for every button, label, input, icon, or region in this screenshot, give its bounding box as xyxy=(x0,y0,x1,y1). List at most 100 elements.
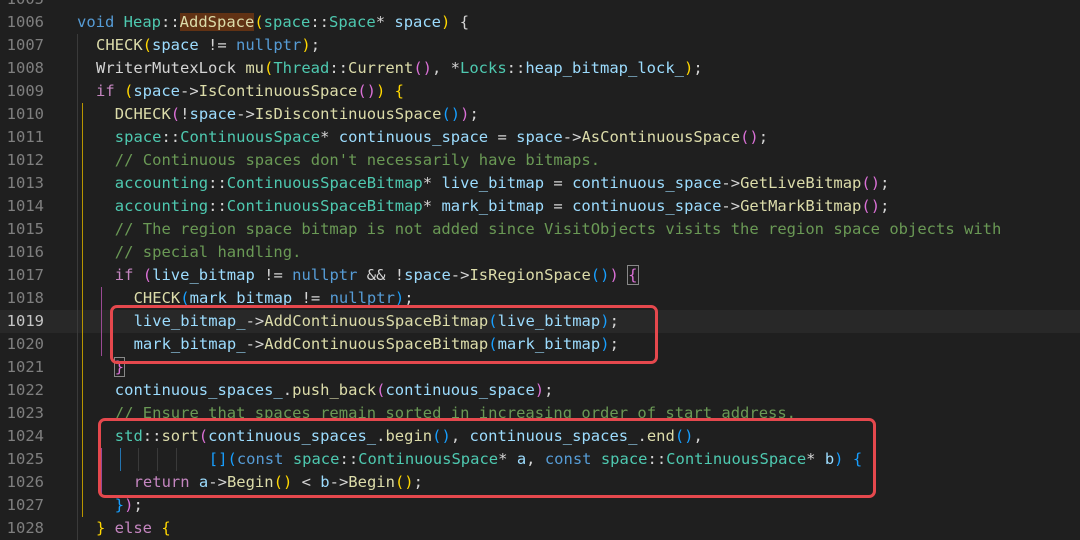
code-line[interactable]: 1020 mark_bitmap_->AddContinuousSpaceBitm… xyxy=(0,333,1080,356)
code-token: ; xyxy=(880,197,890,215)
code-token: AddContinuousSpaceBitmap xyxy=(264,335,489,353)
code-line[interactable]: 1009 if (space->IsContinuousSpace()) { xyxy=(0,80,1080,103)
code-text: CHECK(mark_bitmap != nullptr); xyxy=(134,287,414,310)
code-line[interactable]: 1011 space::ContinuousSpace* continuous_s… xyxy=(0,126,1080,149)
code-line[interactable]: 1022 continuous_spaces_.push_back(continu… xyxy=(0,379,1080,402)
line-number: 1018 xyxy=(6,289,44,307)
indent-guide xyxy=(82,402,83,425)
code-text: }); xyxy=(115,494,143,517)
indent-guide xyxy=(82,310,83,333)
code-text: space::ContinuousSpace* continuous_space… xyxy=(115,126,768,149)
code-line[interactable]: 1023 // Ensure that spaces remain sorted … xyxy=(0,402,1080,425)
code-line[interactable]: 1013 accounting::ContinuousSpaceBitmap* l… xyxy=(0,172,1080,195)
indent-guide xyxy=(77,218,78,241)
code-text: // The region space bitmap is not added … xyxy=(115,218,1002,241)
code-line[interactable]: 1024 std::sort(continuous_spaces_.begin()… xyxy=(0,425,1080,448)
indent-guide xyxy=(176,448,177,471)
code-token: DCHECK xyxy=(114,105,171,123)
code-token: ; xyxy=(310,36,321,54)
code-token: space xyxy=(516,128,563,146)
code-line[interactable]: 1008 WriterMutexLock mu(Thread::Current()… xyxy=(0,57,1080,80)
code-token: ; xyxy=(609,312,619,330)
indent-guide xyxy=(77,494,78,517)
indent-guide xyxy=(82,126,83,149)
code-line[interactable]: 1005 xyxy=(0,0,1080,11)
code-line[interactable]: 1006 void Heap::AddSpace(space::Space* sp… xyxy=(0,11,1080,34)
code-token: ( xyxy=(198,427,209,445)
code-token: < xyxy=(292,473,321,491)
code-token: ( xyxy=(124,82,134,100)
indent-guide xyxy=(77,287,78,310)
code-line[interactable]: 1017 if (live_bitmap != nullptr && !space… xyxy=(0,264,1080,287)
code-token: live_bitmap xyxy=(497,312,601,330)
code-token: space xyxy=(600,450,648,468)
code-token: ContinuousSpaceBitmap xyxy=(226,174,423,192)
code-token: b xyxy=(320,473,330,491)
code-token: a xyxy=(516,450,527,468)
code-line[interactable]: 1014 accounting::ContinuousSpaceBitmap* m… xyxy=(0,195,1080,218)
indent-guide xyxy=(77,425,78,448)
code-line[interactable]: 1007 CHECK(space != nullptr); xyxy=(0,34,1080,57)
code-token: != xyxy=(254,266,293,284)
code-token: ) xyxy=(301,36,311,54)
code-line[interactable]: 1015 // The region space bitmap is not ad… xyxy=(0,218,1080,241)
code-token: void xyxy=(77,13,124,31)
code-token: ; xyxy=(609,335,619,353)
code-token: ( xyxy=(254,13,264,31)
code-token: , xyxy=(693,427,703,445)
code-line[interactable]: 1010 DCHECK(!space->IsDiscontinuousSpace(… xyxy=(0,103,1080,126)
code-token: space xyxy=(152,36,199,54)
code-token: // Ensure that spaces remain sorted in i… xyxy=(114,404,797,422)
code-line[interactable]: 1028} else { xyxy=(0,517,1080,540)
indent-guide xyxy=(77,471,78,494)
code-token: () xyxy=(357,82,376,100)
code-line[interactable]: 1025 [](const space::ContinuousSpace* a, … xyxy=(0,448,1080,471)
code-line[interactable]: 1016 // special handling. xyxy=(0,241,1080,264)
code-text: // Ensure that spaces remain sorted in i… xyxy=(115,402,796,425)
code-token: ; xyxy=(133,496,143,514)
code-token: ( xyxy=(180,289,190,307)
code-line[interactable]: 1019 live_bitmap_->AddContinuousSpaceBitm… xyxy=(0,310,1080,333)
code-token: push_back xyxy=(292,381,377,399)
code-token: ) xyxy=(376,82,386,100)
code-token: space xyxy=(404,266,451,284)
line-number: 1025 xyxy=(6,450,44,468)
code-token: -> xyxy=(450,266,470,284)
indent-guide xyxy=(77,379,78,402)
code-token: () xyxy=(674,427,694,445)
code-token: ; xyxy=(693,59,703,77)
code-text: DCHECK(!space->IsDiscontinuousSpace()); xyxy=(115,103,479,126)
indent-guide xyxy=(82,287,83,310)
indent-guide xyxy=(77,402,78,425)
indent-guide xyxy=(119,448,121,471)
code-token: :: xyxy=(142,427,162,445)
code-line[interactable]: 1012 // Continuous spaces don't necessari… xyxy=(0,149,1080,172)
code-token: :: xyxy=(329,59,348,77)
indent-guide xyxy=(100,333,102,356)
code-token: space xyxy=(394,13,442,31)
indent-guide xyxy=(82,103,83,126)
code-token: GetLiveBitmap xyxy=(740,174,862,192)
code-token: ) xyxy=(600,335,610,353)
code-editor[interactable]: 10051006void Heap::AddSpace(space::Space… xyxy=(0,0,1080,540)
line-number: 1009 xyxy=(6,82,44,100)
code-line[interactable]: 1018 CHECK(mark_bitmap != nullptr); xyxy=(0,287,1080,310)
code-text: CHECK(space != nullptr); xyxy=(96,34,320,57)
code-token: () xyxy=(590,266,610,284)
code-token: begin xyxy=(385,427,433,445)
code-token: * xyxy=(375,13,395,31)
code-line[interactable]: 1026 return a->Begin() < b->Begin(); xyxy=(0,471,1080,494)
code-token: . xyxy=(282,381,293,399)
code-token: :: xyxy=(310,13,330,31)
code-token: ( xyxy=(488,312,498,330)
code-token: -> xyxy=(721,197,741,215)
code-token: () xyxy=(273,473,293,491)
code-line[interactable]: 1021} xyxy=(0,356,1080,379)
code-token: if xyxy=(96,82,124,100)
code-token: ; xyxy=(469,105,479,123)
code-line[interactable]: 1027}); xyxy=(0,494,1080,517)
indent-guide xyxy=(138,448,140,471)
code-token: ) xyxy=(600,312,610,330)
code-token: () xyxy=(441,105,461,123)
